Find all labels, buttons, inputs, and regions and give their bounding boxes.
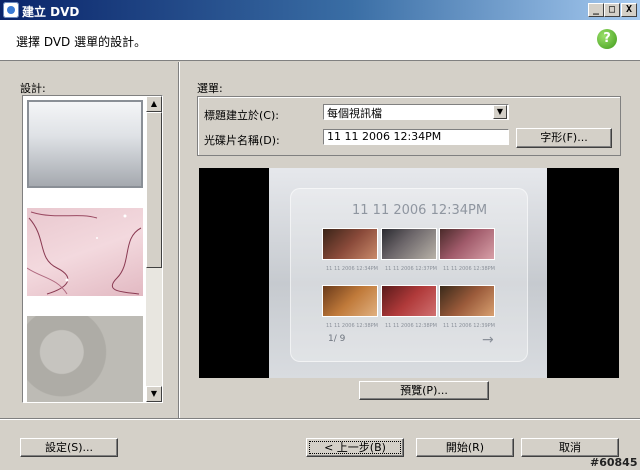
design-list[interactable]	[22, 95, 163, 403]
back-button[interactable]: < 上一步(B)	[306, 438, 404, 457]
clip-thumbnail-5[interactable]	[381, 285, 437, 317]
watermark: #60845	[590, 456, 638, 469]
scroll-thumb[interactable]	[146, 112, 162, 268]
floral-pattern-icon	[27, 211, 142, 295]
header-instruction: 選擇 DVD 選單的設計。	[16, 35, 147, 49]
close-button[interactable]: X	[621, 3, 637, 17]
clip-thumbnail-6[interactable]	[439, 285, 495, 317]
cancel-button[interactable]: 取消	[521, 438, 619, 457]
design-thumbnail-2[interactable]	[27, 208, 143, 296]
footer-divider	[0, 418, 640, 420]
design-thumbnail-3[interactable]	[27, 316, 143, 402]
clip-caption-5: 11 11 2006 12:38PM	[385, 323, 437, 329]
minimize-button[interactable]: _	[588, 3, 604, 17]
clip-thumbnail-4[interactable]	[322, 285, 378, 317]
clip-thumbnail-1[interactable]	[322, 228, 378, 260]
dropdown-arrow-icon[interactable]: ▼	[493, 105, 507, 119]
next-page-arrow-icon[interactable]: →	[482, 332, 494, 348]
vertical-divider	[178, 62, 180, 418]
clip-thumbnail-2[interactable]	[381, 228, 437, 260]
scroll-up-icon[interactable]: ▲	[146, 96, 162, 112]
clip-caption-3: 11 11 2006 12:38PM	[443, 266, 495, 272]
dvd-app-icon	[3, 2, 19, 18]
disc-name-field[interactable]: 11 11 2006 12:34PM	[323, 129, 509, 145]
menu-group-label: 選單:	[197, 82, 223, 95]
clip-thumbnail-3[interactable]	[439, 228, 495, 260]
clip-caption-6: 11 11 2006 12:39PM	[443, 323, 495, 329]
disc-name-label: 光碟片名稱(D):	[204, 134, 280, 147]
window-title: 建立 DVD	[22, 5, 80, 19]
title-from-value: 每個視訊檔	[327, 107, 382, 120]
maximize-button[interactable]: □	[604, 3, 620, 17]
clip-caption-4: 11 11 2006 12:38PM	[326, 323, 378, 329]
clip-caption-1: 11 11 2006 12:34PM	[326, 266, 378, 272]
preview-menu-title: 11 11 2006 12:34PM	[352, 203, 488, 218]
start-button[interactable]: 開始(R)	[416, 438, 514, 457]
title-bar[interactable]	[0, 0, 640, 20]
title-from-label: 標題建立於(C):	[204, 109, 279, 122]
preview-button[interactable]: 預覽(P)...	[359, 381, 489, 400]
clip-caption-2: 11 11 2006 12:37PM	[385, 266, 437, 272]
design-label: 設計:	[20, 82, 46, 95]
page-indicator: 1/ 9	[328, 334, 346, 344]
font-button[interactable]: 字形(F)...	[516, 128, 612, 148]
settings-button[interactable]: 設定(S)...	[20, 438, 118, 457]
help-icon[interactable]: ?	[597, 29, 617, 49]
scroll-down-icon[interactable]: ▼	[146, 386, 162, 402]
design-thumbnail-1[interactable]	[27, 100, 143, 188]
